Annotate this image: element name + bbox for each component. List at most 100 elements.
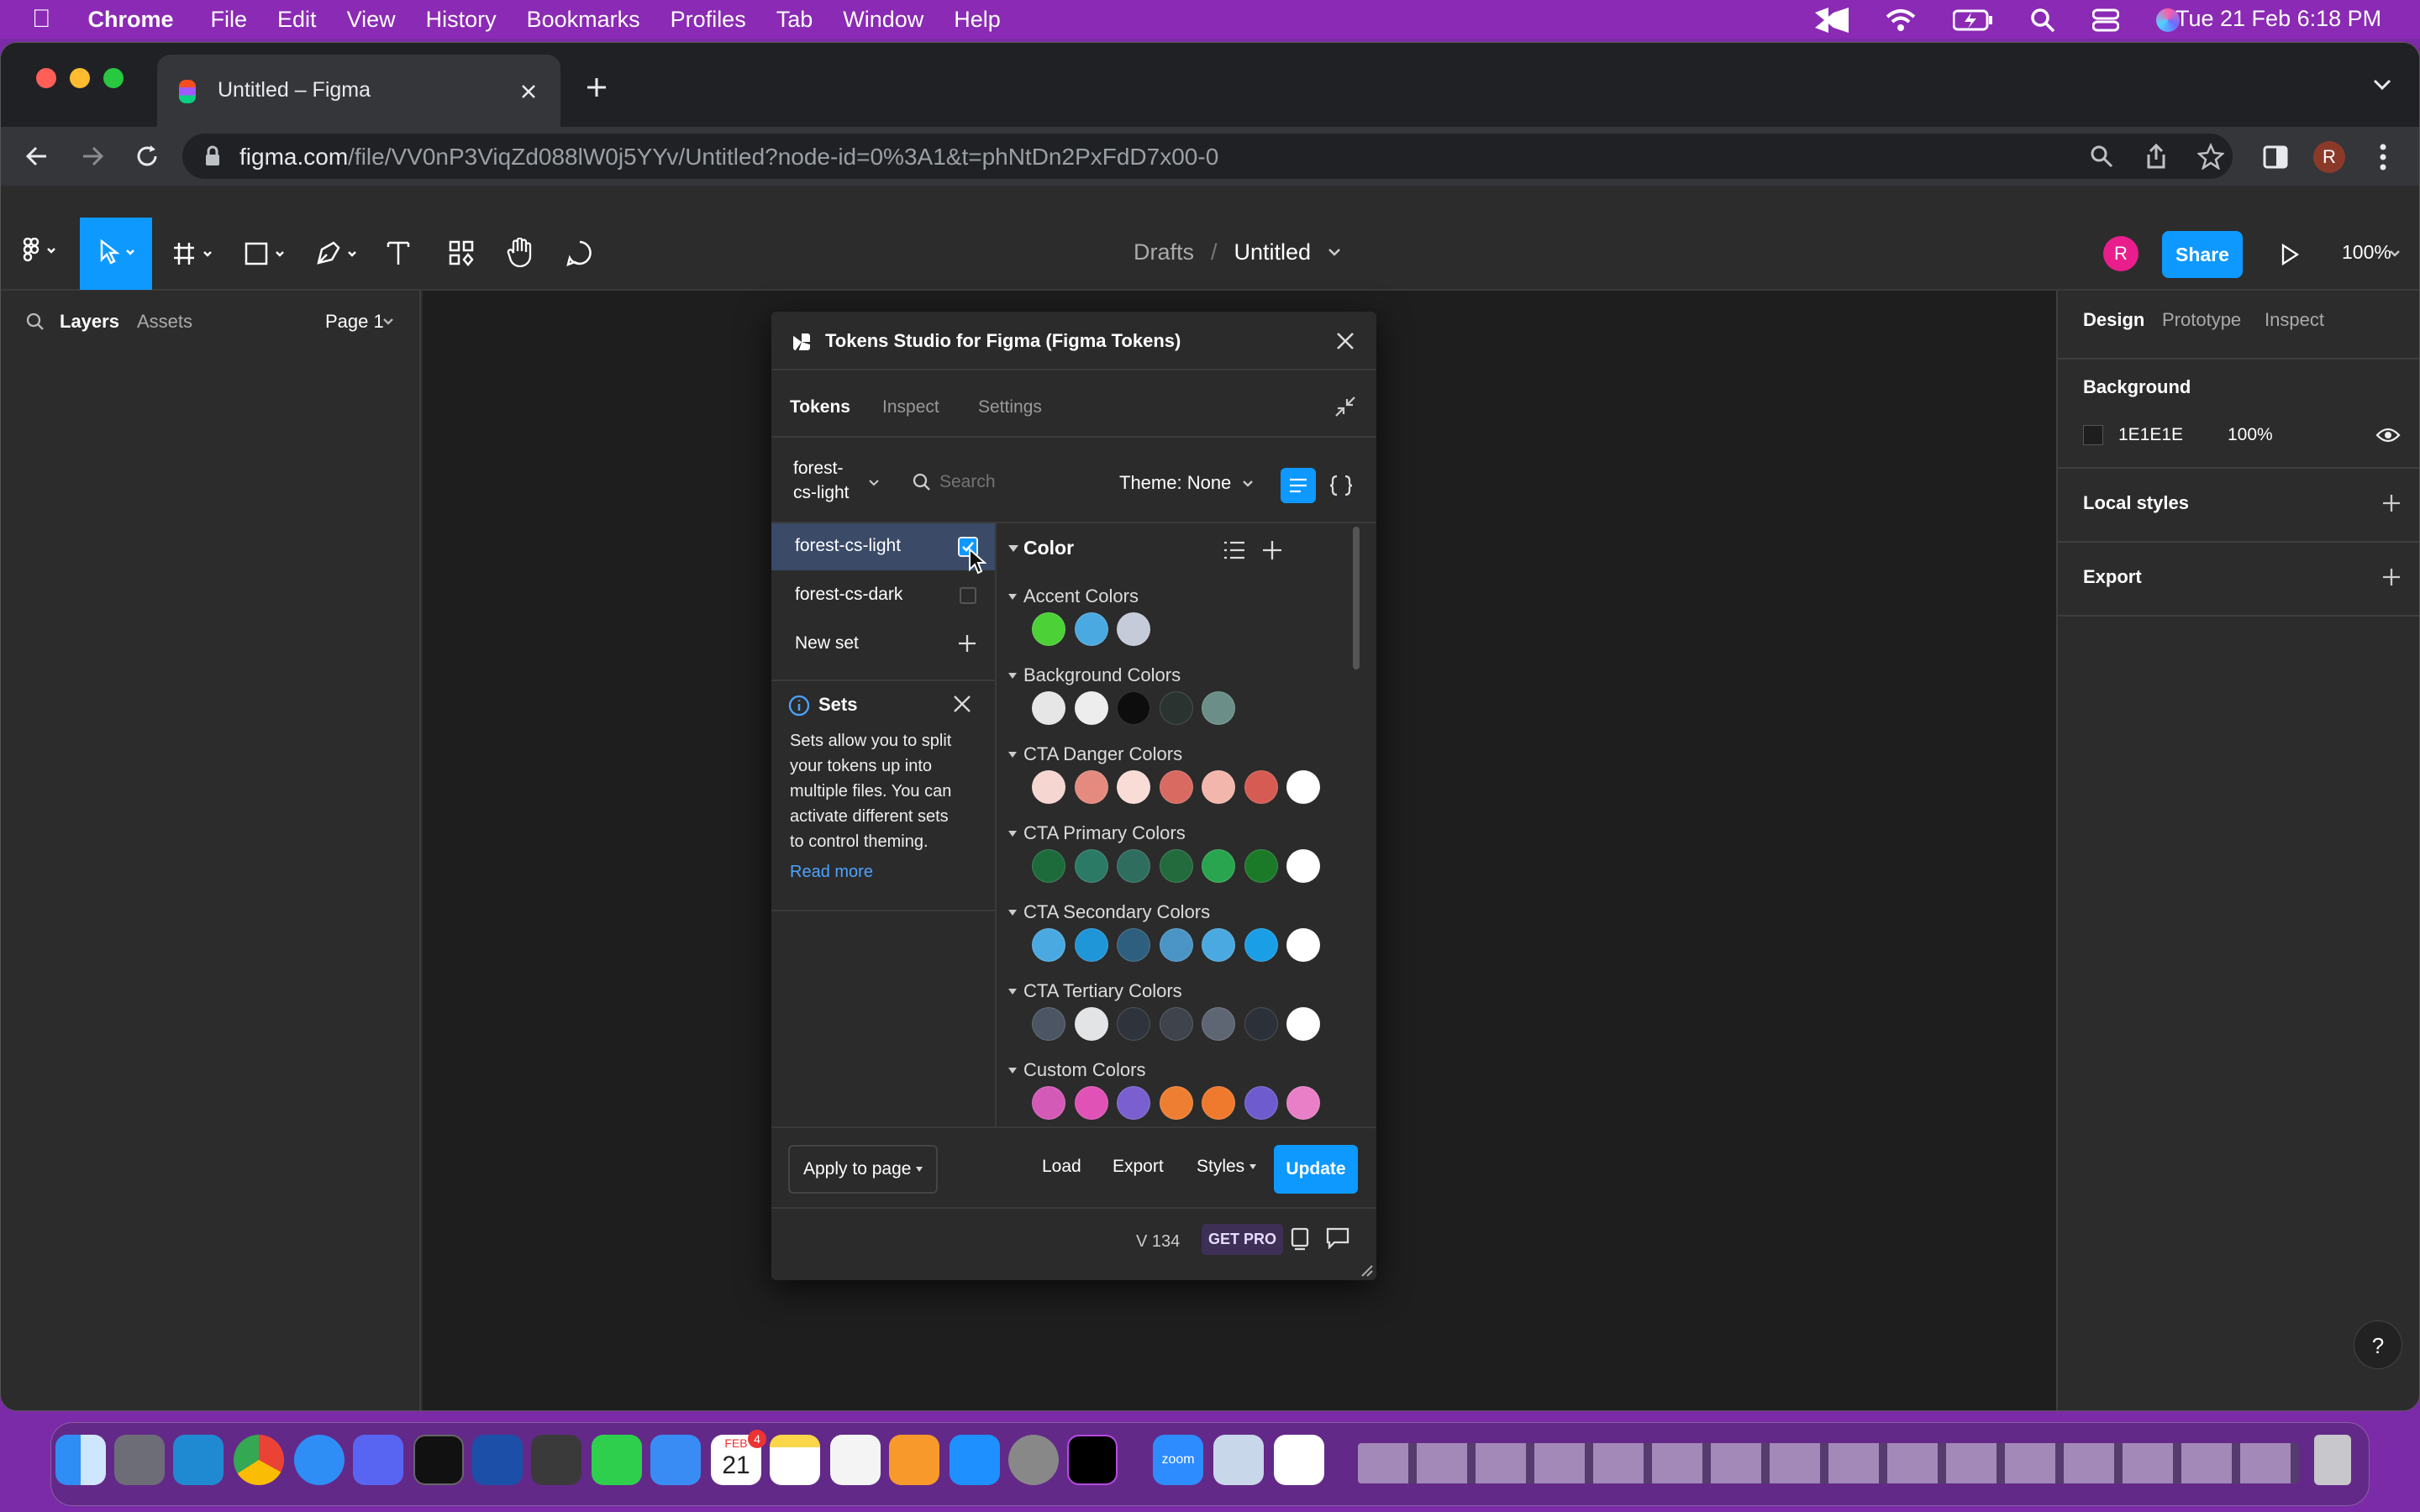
- tab-prototype[interactable]: Prototype: [2162, 309, 2241, 331]
- menubar-clock[interactable]: Tue 21 Feb 6:18 PM: [2175, 6, 2381, 32]
- mail-icon[interactable]: [650, 1435, 701, 1485]
- color-token-swatch[interactable]: [1074, 1086, 1108, 1120]
- color-token-swatch[interactable]: [1159, 770, 1193, 804]
- list-view-toggle[interactable]: [1281, 468, 1316, 503]
- zoom-chevron-icon[interactable]: [2389, 249, 2401, 258]
- menu-edit[interactable]: Edit: [277, 7, 317, 33]
- collapse-group-icon[interactable]: [1008, 989, 1017, 995]
- comment-tool-icon[interactable]: [566, 239, 594, 266]
- pages-icon[interactable]: [889, 1435, 939, 1485]
- slack-icon[interactable]: [1274, 1435, 1324, 1485]
- set-selector-chevron-icon[interactable]: [869, 480, 879, 486]
- menu-history[interactable]: History: [426, 7, 497, 33]
- collapse-group-icon[interactable]: [1008, 910, 1017, 916]
- browser-tab[interactable]: Untitled – Figma: [157, 55, 560, 127]
- color-token-swatch[interactable]: [1159, 928, 1193, 962]
- zoom-window-button[interactable]: [103, 68, 124, 88]
- chrome-menu-icon[interactable]: [2379, 144, 2387, 171]
- token-group-title[interactable]: CTA Danger Colors: [1023, 743, 1182, 765]
- finder-icon[interactable]: [55, 1435, 106, 1485]
- token-group-title[interactable]: CTA Primary Colors: [1023, 822, 1186, 844]
- tab-inspect[interactable]: Inspect: [2265, 309, 2324, 331]
- page-selector[interactable]: Page 1: [325, 311, 384, 333]
- token-search-icon[interactable]: [913, 473, 931, 491]
- color-token-swatch[interactable]: [1244, 770, 1278, 804]
- color-token-swatch[interactable]: [1286, 928, 1320, 962]
- color-token-swatch[interactable]: [1117, 770, 1150, 804]
- color-token-swatch[interactable]: [1074, 1007, 1108, 1041]
- add-local-style-icon[interactable]: [2382, 494, 2401, 512]
- color-token-swatch[interactable]: [1202, 691, 1235, 725]
- collapse-group-icon[interactable]: [1008, 673, 1017, 679]
- menu-tab[interactable]: Tab: [776, 7, 813, 33]
- token-group-title[interactable]: CTA Secondary Colors: [1023, 901, 1210, 923]
- json-view-icon[interactable]: [1329, 475, 1353, 496]
- menu-bookmarks[interactable]: Bookmarks: [527, 7, 640, 33]
- file-name[interactable]: Untitled: [1234, 239, 1312, 265]
- tab-search-chevron-icon[interactable]: [2372, 78, 2392, 92]
- set-selector[interactable]: forest- cs-light: [793, 456, 850, 505]
- plugin-tab-settings[interactable]: Settings: [978, 397, 1042, 417]
- sublime-icon[interactable]: [531, 1435, 581, 1485]
- color-token-swatch[interactable]: [1117, 849, 1150, 883]
- breadcrumb-drafts[interactable]: Drafts: [1134, 239, 1194, 265]
- color-token-swatch[interactable]: [1032, 849, 1065, 883]
- zoom-lens-icon[interactable]: [2090, 144, 2113, 168]
- feedback-chat-icon[interactable]: [1326, 1227, 1349, 1249]
- user-avatar[interactable]: R: [2103, 236, 2139, 271]
- visibility-eye-icon[interactable]: [2375, 427, 2401, 444]
- color-token-swatch[interactable]: [1286, 1007, 1320, 1041]
- color-token-swatch[interactable]: [1202, 1007, 1235, 1041]
- hand-tool-icon[interactable]: [507, 238, 534, 268]
- tab-layers[interactable]: Layers: [60, 311, 119, 333]
- side-panel-icon[interactable]: [2263, 145, 2288, 169]
- close-window-button[interactable]: [36, 68, 56, 88]
- battery-icon[interactable]: [1953, 9, 1993, 31]
- collapse-icon[interactable]: [1334, 396, 1356, 417]
- load-button[interactable]: Load: [1042, 1157, 1081, 1177]
- color-token-swatch[interactable]: [1159, 849, 1193, 883]
- file-menu-chevron-icon[interactable]: [1328, 248, 1341, 258]
- trash-icon[interactable]: [2314, 1435, 2351, 1485]
- color-token-swatch[interactable]: [1244, 928, 1278, 962]
- layers-search-icon[interactable]: [26, 312, 45, 331]
- menu-profiles[interactable]: Profiles: [671, 7, 746, 33]
- wifi-icon[interactable]: [1886, 8, 1916, 32]
- color-token-swatch[interactable]: [1117, 1007, 1150, 1041]
- terminal-icon[interactable]: [413, 1435, 464, 1485]
- color-token-swatch[interactable]: [1202, 849, 1235, 883]
- messages-icon[interactable]: [592, 1435, 642, 1485]
- apple-menu-icon[interactable]: : [32, 5, 51, 34]
- token-group-title[interactable]: Custom Colors: [1023, 1059, 1145, 1081]
- color-token-swatch[interactable]: [1074, 612, 1108, 646]
- color-token-swatch[interactable]: [1117, 928, 1150, 962]
- chrome-icon[interactable]: [234, 1435, 284, 1485]
- profile-avatar[interactable]: R: [2313, 141, 2345, 173]
- color-token-swatch[interactable]: [1244, 849, 1278, 883]
- read-more-link[interactable]: Read more: [790, 863, 873, 882]
- present-play-icon[interactable]: [2280, 243, 2300, 266]
- color-token-swatch[interactable]: [1117, 612, 1150, 646]
- plugin-tab-inspect[interactable]: Inspect: [882, 397, 939, 417]
- zoom-app-icon[interactable]: zoom: [1153, 1435, 1203, 1485]
- color-token-swatch[interactable]: [1074, 691, 1108, 725]
- color-token-swatch[interactable]: [1159, 1086, 1193, 1120]
- app-store-icon[interactable]: [950, 1435, 1000, 1485]
- menu-app-name[interactable]: Chrome: [88, 7, 174, 33]
- app-status-icon[interactable]: [1815, 8, 1849, 33]
- color-token-swatch[interactable]: [1202, 770, 1235, 804]
- discord-icon[interactable]: [353, 1435, 403, 1485]
- apply-to-page-button[interactable]: Apply to page: [788, 1145, 938, 1194]
- tab-design[interactable]: Design: [2083, 309, 2144, 331]
- bookmark-star-icon[interactable]: [2197, 143, 2224, 170]
- color-token-swatch[interactable]: [1286, 849, 1320, 883]
- tab-assets[interactable]: Assets: [137, 311, 192, 333]
- color-token-swatch[interactable]: [1074, 770, 1108, 804]
- new-set-row[interactable]: New set: [771, 621, 995, 668]
- set-checkbox-unchecked[interactable]: [960, 587, 976, 604]
- background-swatch[interactable]: [2083, 425, 2103, 445]
- theme-chevron-icon[interactable]: [1242, 480, 1254, 488]
- color-token-swatch[interactable]: [1202, 928, 1235, 962]
- collapse-group-icon[interactable]: [1008, 594, 1017, 600]
- help-button[interactable]: ?: [2354, 1320, 2402, 1369]
